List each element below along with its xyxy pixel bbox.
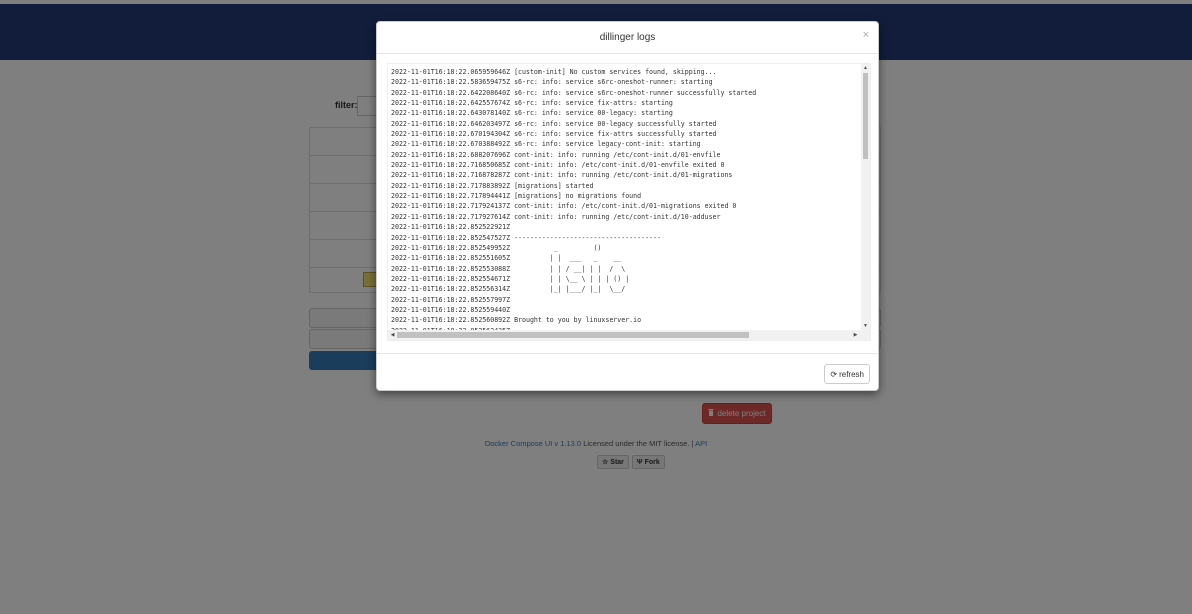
horizontal-scrollbar[interactable]: ◀ ▶	[388, 330, 870, 340]
log-line: 2022-11-01T16:18:22.717894441Z [migratio…	[391, 192, 642, 201]
log-line: 2022-11-01T16:18:22.852522921Z	[391, 223, 511, 232]
horizontal-scroll-thumb[interactable]	[397, 332, 749, 338]
log-line: 2022-11-01T16:18:22.065959646Z [custom-i…	[391, 68, 717, 76]
log-line: 2022-11-01T16:18:22.642557674Z s6-rc: in…	[391, 99, 673, 108]
scroll-down-arrow-icon[interactable]: ▼	[861, 322, 870, 330]
log-viewer[interactable]: 2022-11-01T16:18:22.065959646Z [custom-i…	[387, 63, 871, 341]
log-line: 2022-11-01T16:18:22.643078140Z s6-rc: in…	[391, 109, 673, 118]
refresh-button[interactable]: ⟳ refresh	[824, 364, 870, 384]
log-line: 2022-11-01T16:18:22.852554671Z | | \__ \…	[391, 274, 630, 283]
log-line: 2022-11-01T16:18:22.852557997Z	[391, 295, 511, 304]
scroll-right-arrow-icon[interactable]: ▶	[851, 330, 860, 340]
log-line: 2022-11-01T16:18:22.852556314Z |_| |___/…	[391, 285, 626, 294]
vertical-scrollbar[interactable]: ▲ ▼	[861, 64, 870, 330]
log-line: 2022-11-01T16:18:22.852560892Z Brought t…	[391, 316, 642, 325]
log-content: 2022-11-01T16:18:22.065959646Z [custom-i…	[391, 67, 859, 330]
refresh-icon: ⟳	[830, 369, 838, 379]
log-line: 2022-11-01T16:18:22.646203497Z s6-rc: in…	[391, 119, 717, 128]
log-line: 2022-11-01T16:18:22.670388492Z s6-rc: in…	[391, 140, 701, 149]
modal-header: dillinger logs ×	[377, 22, 878, 54]
log-line: 2022-11-01T16:18:22.670194304Z s6-rc: in…	[391, 130, 717, 139]
log-line: 2022-11-01T16:18:22.852553088Z | | / __|…	[391, 264, 626, 273]
log-line: 2022-11-01T16:18:22.717927614Z cont-init…	[391, 212, 721, 221]
close-icon[interactable]: ×	[863, 29, 869, 41]
logs-modal: dillinger logs × 2022-11-01T16:18:22.065…	[376, 21, 879, 391]
log-line: 2022-11-01T16:18:22.716850685Z cont-init…	[391, 161, 725, 170]
log-line: 2022-11-01T16:18:22.717883892Z [migratio…	[391, 181, 594, 190]
scroll-up-arrow-icon[interactable]: ▲	[861, 64, 870, 72]
log-line: 2022-11-01T16:18:22.583659475Z s6-rc: in…	[391, 78, 713, 87]
modal-footer: ⟳ refresh	[377, 353, 878, 391]
log-line: 2022-11-01T16:18:22.716878287Z cont-init…	[391, 171, 733, 180]
log-line: 2022-11-01T16:18:22.852549952Z _ ()	[391, 243, 602, 252]
log-line: 2022-11-01T16:18:22.852547527Z ---------…	[391, 233, 661, 242]
log-line: 2022-11-01T16:18:22.852559440Z	[391, 305, 511, 314]
modal-title: dillinger logs	[599, 32, 656, 43]
log-line: 2022-11-01T16:18:22.642208640Z s6-rc: in…	[391, 88, 757, 97]
log-line: 2022-11-01T16:18:22.717924137Z cont-init…	[391, 202, 737, 211]
refresh-label: refresh	[839, 369, 864, 379]
vertical-scroll-thumb[interactable]	[863, 73, 868, 159]
log-line: 2022-11-01T16:18:22.688207696Z cont-init…	[391, 150, 721, 159]
log-line: 2022-11-01T16:18:22.852551605Z | | ___ _…	[391, 254, 622, 263]
scroll-left-arrow-icon[interactable]: ◀	[388, 330, 397, 340]
